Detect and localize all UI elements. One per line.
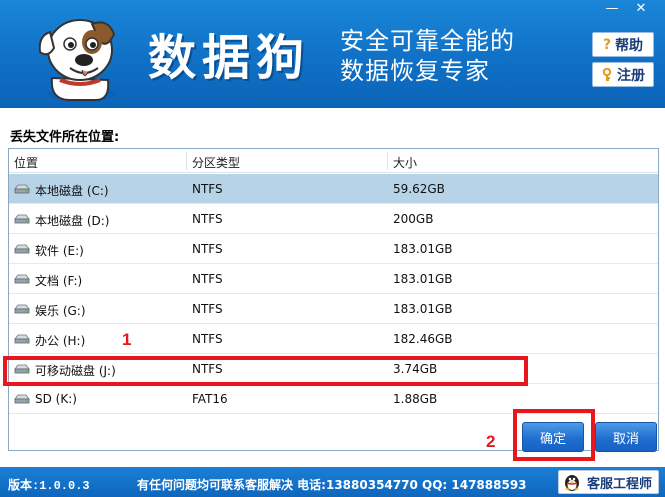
cancel-button[interactable]: 取消 bbox=[595, 422, 657, 452]
column-location[interactable]: 位置 bbox=[14, 154, 38, 171]
drive-size: 183.01GB bbox=[393, 302, 453, 316]
drive-name: 娱乐 (G:) bbox=[35, 304, 86, 318]
drive-row[interactable]: 本地磁盘 (D:) NTFS 200GB bbox=[9, 204, 658, 234]
version-text: 版本:1.0.0.3 bbox=[8, 479, 90, 493]
drive-partition-type: NTFS bbox=[192, 242, 223, 256]
customer-service-button[interactable]: 客服工程师 bbox=[558, 470, 659, 494]
drive-size: 182.46GB bbox=[393, 332, 453, 346]
minimize-button[interactable]: — bbox=[602, 2, 622, 16]
hard-drive-icon bbox=[14, 334, 30, 344]
column-partition-type[interactable]: 分区类型 bbox=[192, 154, 240, 171]
close-button[interactable]: ✕ bbox=[631, 2, 651, 16]
drive-row[interactable]: 本地磁盘 (C:) NTFS 59.62GB bbox=[9, 174, 658, 204]
drive-name: SD (K:) bbox=[35, 392, 77, 406]
app-header: — ✕ 数据狗 安全可靠全能的 数据恢复专家 ? 帮助 注册 bbox=[0, 0, 665, 108]
help-icon: ? bbox=[602, 36, 612, 53]
drive-partition-type: NTFS bbox=[192, 302, 223, 316]
drive-row[interactable]: 办公 (H:) NTFS 182.46GB bbox=[9, 324, 658, 354]
hard-drive-icon bbox=[14, 394, 30, 404]
drive-name: 本地磁盘 (D:) bbox=[35, 214, 110, 228]
support-contact-text: 有任何问题均可联系客服解决 电话:13880354770 QQ: 1478885… bbox=[137, 478, 527, 492]
drive-name: 文档 (F:) bbox=[35, 274, 83, 288]
drive-row[interactable]: 软件 (E:) NTFS 183.01GB bbox=[9, 234, 658, 264]
drive-partition-type: NTFS bbox=[192, 332, 223, 346]
hard-drive-icon bbox=[14, 214, 30, 224]
hard-drive-icon bbox=[14, 274, 30, 284]
drive-size: 1.88GB bbox=[393, 392, 438, 406]
drive-name: 本地磁盘 (C:) bbox=[35, 184, 109, 198]
location-prompt: 丢失文件所在位置: bbox=[10, 130, 120, 145]
drive-row[interactable]: 文档 (F:) NTFS 183.01GB bbox=[9, 264, 658, 294]
drive-row[interactable]: 娱乐 (G:) NTFS 183.01GB bbox=[9, 294, 658, 324]
drive-size: 200GB bbox=[393, 212, 434, 226]
slogan-line-2: 数据恢复专家 bbox=[340, 57, 490, 85]
drive-size: 59.62GB bbox=[393, 182, 445, 196]
drive-partition-type: FAT16 bbox=[192, 392, 228, 406]
drive-partition-type: NTFS bbox=[192, 182, 223, 196]
column-size[interactable]: 大小 bbox=[393, 154, 417, 171]
hard-drive-icon bbox=[14, 304, 30, 314]
customer-service-label: 客服工程师 bbox=[586, 476, 652, 492]
drive-size: 183.01GB bbox=[393, 242, 453, 256]
dog-mascot-logo bbox=[38, 19, 116, 102]
help-label: 帮助 bbox=[615, 37, 644, 54]
key-icon bbox=[602, 67, 612, 81]
status-footer: 版本:1.0.0.3 有任何问题均可联系客服解决 电话:13880354770 … bbox=[0, 467, 665, 497]
drive-name: 软件 (E:) bbox=[35, 244, 84, 258]
drive-size: 183.01GB bbox=[393, 272, 453, 286]
register-button[interactable]: 注册 bbox=[592, 62, 654, 87]
drive-partition-type: NTFS bbox=[192, 212, 223, 226]
annotation-marker-2: 2 bbox=[486, 432, 496, 451]
hard-drive-icon bbox=[14, 184, 30, 194]
drive-name: 办公 (H:) bbox=[35, 334, 86, 348]
column-divider[interactable] bbox=[387, 152, 388, 170]
qq-penguin-icon bbox=[565, 475, 579, 491]
drive-list[interactable]: 位置 分区类型 大小 本地磁盘 (C:) NTFS 59.62GB 本地磁盘 (D:)… bbox=[8, 148, 659, 451]
help-button[interactable]: ? 帮助 bbox=[592, 32, 654, 57]
column-divider[interactable] bbox=[186, 152, 187, 170]
register-label: 注册 bbox=[617, 67, 645, 84]
ok-button[interactable]: 确定 bbox=[522, 422, 584, 452]
highlight-removable-drive bbox=[3, 356, 528, 386]
drive-partition-type: NTFS bbox=[192, 272, 223, 286]
hard-drive-icon bbox=[14, 244, 30, 254]
list-header: 位置 分区类型 大小 bbox=[9, 149, 658, 173]
annotation-marker-1: 1 bbox=[122, 330, 132, 349]
slogan-line-1: 安全可靠全能的 bbox=[340, 27, 515, 55]
slogan: 安全可靠全能的 数据恢复专家 bbox=[340, 26, 515, 86]
brand-title: 数据狗 bbox=[148, 30, 311, 86]
